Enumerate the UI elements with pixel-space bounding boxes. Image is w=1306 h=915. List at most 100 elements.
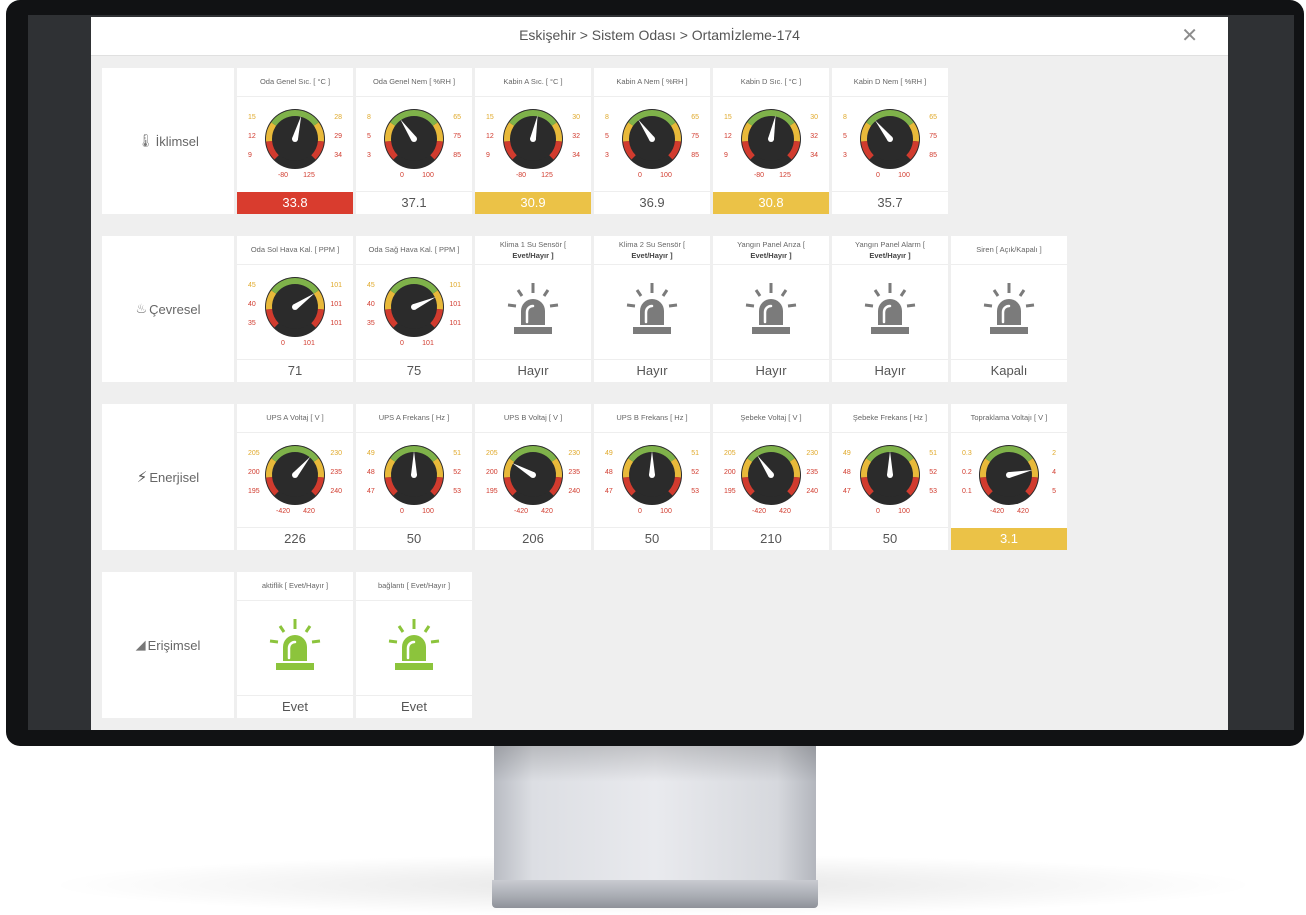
gauge-hub: [649, 472, 655, 478]
gauge-tile[interactable]: Kabin D Sıc. [ °C ] 15 12 9 30 32 34 -80 125 30.8: [713, 68, 829, 214]
close-icon[interactable]: ✕: [1181, 17, 1198, 55]
siren-part: [906, 303, 916, 308]
gauge-tile[interactable]: Oda Genel Sıc. [ °C ] 15 12 9 28 29 34 -80 125 33…: [237, 68, 353, 214]
alarm-tile[interactable]: Yangın Panel Arıza [Evet/Hayır ] Hayır: [713, 236, 829, 382]
alarm-tile[interactable]: Klima 1 Su Sensör [Evet/Hayır ] Hayır: [475, 236, 591, 382]
gauge-scale-label: 9: [486, 152, 490, 159]
siren-part: [1025, 303, 1035, 308]
monitor-bezel: Eskişehir > Sistem Odası > Ortamİzleme-1…: [6, 0, 1304, 746]
category-label-box: ◢ Erişimsel: [102, 572, 234, 718]
siren-part: [397, 625, 405, 633]
siren-part: [745, 303, 755, 308]
siren-part: [787, 303, 797, 308]
siren-part: [542, 289, 550, 297]
tile-body: 45 40 35 101 101 101 0 101: [356, 265, 472, 361]
gauge-scale-label: 0.3: [962, 450, 972, 457]
gauge-scale-label: 29: [334, 133, 342, 140]
alarm-tile[interactable]: aktiflik [ Evet/Hayır ] Evet: [237, 572, 353, 718]
gauge-scale-label: -420: [990, 508, 1004, 515]
siren-part: [402, 635, 426, 661]
tile-title-text: Oda Sağ Hava Kal. [ PPM ]: [368, 245, 460, 254]
section-1: ♨ Çevresel Oda Sol Hava Kal. [ PPM ] 45 40 35…: [102, 236, 1228, 382]
siren-part: [992, 289, 1000, 297]
gauge-scale-label: 35: [248, 320, 256, 327]
gauge-scale-label: 240: [806, 488, 818, 495]
gauge-scale-label: 205: [724, 450, 736, 457]
siren-part: [293, 619, 297, 629]
gauge-scale-label: 0: [400, 508, 404, 515]
siren-part: [873, 289, 881, 297]
sensor-value: 30.8: [713, 192, 829, 214]
gauge-scale-label: 40: [248, 301, 256, 308]
environment-icon: ♨: [135, 301, 148, 316]
tile-body: [356, 601, 472, 697]
gauge-scale-label: 9: [248, 152, 252, 159]
siren-part: [752, 327, 790, 334]
tile-title-text: Kabin A Sıc. [ °C ]: [503, 77, 563, 86]
siren-part: [754, 289, 762, 297]
tile-title: Siren [ Açık/Kapalı ]: [951, 236, 1067, 265]
tile-title-text: Klima 1 Su Sensör [: [499, 240, 567, 249]
siren-part: [430, 639, 440, 644]
gauge-scale-label: 205: [248, 450, 260, 457]
gauge-tile[interactable]: UPS B Frekans [ Hz ] 49 48 47 51 52 53 0 100 50: [594, 404, 710, 550]
gauge-scale-label: 100: [422, 172, 434, 179]
category-label: İklimsel: [155, 133, 199, 149]
tile-body: 8 5 3 65 75 85 0 100: [832, 97, 948, 193]
gauge-dial: 205 200 195 230 235 240 -420 420: [724, 445, 818, 515]
sensor-value: 50: [356, 527, 472, 550]
tile-title: Kabin A Sıc. [ °C ]: [475, 68, 591, 97]
alarm-tile[interactable]: Siren [ Açık/Kapalı ] Kapalı: [951, 236, 1067, 382]
tile-title: Oda Genel Nem [ %RH ]: [356, 68, 472, 97]
gauge-scale-label: 101: [449, 320, 461, 327]
gauge-tile[interactable]: Şebeke Frekans [ Hz ] 49 48 47 51 52 53 0 100 50: [832, 404, 948, 550]
gauge-tile[interactable]: UPS A Frekans [ Hz ] 49 48 47 51 52 53 0 100 50: [356, 404, 472, 550]
gauge-tile[interactable]: Kabin D Nem [ %RH ] 8 5 3 65 75 85 0 100 35.7: [832, 68, 948, 214]
sensor-value: 226: [237, 527, 353, 550]
modal-header: Eskişehir > Sistem Odası > Ortamİzleme-1…: [91, 17, 1228, 56]
gauge-scale-label: 15: [724, 114, 732, 121]
sensor-value: 50: [594, 527, 710, 550]
gauge-tile[interactable]: Oda Genel Nem [ %RH ] 8 5 3 65 75 85 0 100 37.1: [356, 68, 472, 214]
alarm-tile[interactable]: Klima 2 Su Sensör [Evet/Hayır ] Hayır: [594, 236, 710, 382]
gauge-scale-label: 48: [605, 469, 613, 476]
tile-title-text: aktiflik [ Evet/Hayır ]: [261, 581, 329, 590]
gauge-tile[interactable]: UPS B Voltaj [ V ] 205 200 195 230 235 240 -420…: [475, 404, 591, 550]
gauge-scale-label: 101: [303, 340, 315, 347]
category-label-box: ⚡ Enerjisel: [102, 404, 234, 550]
gauge-tile[interactable]: Topraklama Voltajı [ V ] 0.3 0.2 0.1 2 4 5 -420…: [951, 404, 1067, 550]
gauge-scale-label: 195: [486, 488, 498, 495]
gauge-dial: 45 40 35 101 101 101 0 101: [248, 277, 342, 347]
gauge-scale-label: 101: [449, 301, 461, 308]
gauge-hub: [411, 304, 417, 310]
gauge-scale-label: -80: [278, 172, 288, 179]
tile-title: Yangın Panel Alarm [Evet/Hayır ]: [832, 236, 948, 265]
gauge-tile[interactable]: Şebeke Voltaj [ V ] 205 200 195 230 235 240 -42…: [713, 404, 829, 550]
sensor-value: 33.8: [237, 192, 353, 214]
alarm-state: Hayır: [475, 359, 591, 382]
gauge-scale-label: 4: [1052, 469, 1056, 476]
sensor-value: 75: [356, 359, 472, 382]
siren-part: [388, 639, 398, 644]
gauge-tile[interactable]: UPS A Voltaj [ V ] 205 200 195 230 235 240 -420…: [237, 404, 353, 550]
alarm-tile[interactable]: Yangın Panel Alarm [Evet/Hayır ] Hayır: [832, 236, 948, 382]
gauge-scale-label: 65: [691, 114, 699, 121]
gauge-hub: [530, 136, 536, 142]
siren-part: [531, 283, 535, 293]
gauge-tile[interactable]: Oda Sağ Hava Kal. [ PPM ] 45 40 35 101 101 101…: [356, 236, 472, 382]
siren-part: [1007, 283, 1011, 293]
gauge-scale-label: 30: [810, 114, 818, 121]
gauge-tile[interactable]: Oda Sol Hava Kal. [ PPM ] 45 40 35 101 101 101…: [237, 236, 353, 382]
alarm-tile[interactable]: bağlantı [ Evet/Hayır ] Evet: [356, 572, 472, 718]
gauge-scale-label: 230: [330, 450, 342, 457]
breadcrumb: Eskişehir > Sistem Odası > Ortamİzleme-1…: [519, 27, 800, 43]
gauge-scale-label: 12: [724, 133, 732, 140]
siren-part: [997, 299, 1021, 325]
gauge-scale-label: 52: [453, 469, 461, 476]
siren-part: [640, 299, 664, 325]
gauge-tile[interactable]: Kabin A Nem [ %RH ] 8 5 3 65 75 85 0 100 36.9: [594, 68, 710, 214]
gauge-tile[interactable]: Kabin A Sıc. [ °C ] 15 12 9 30 32 34 -80 125 30.9: [475, 68, 591, 214]
tile-title: aktiflik [ Evet/Hayır ]: [237, 572, 353, 601]
gauge-scale-label: 195: [724, 488, 736, 495]
gauge-scale-label: 230: [806, 450, 818, 457]
